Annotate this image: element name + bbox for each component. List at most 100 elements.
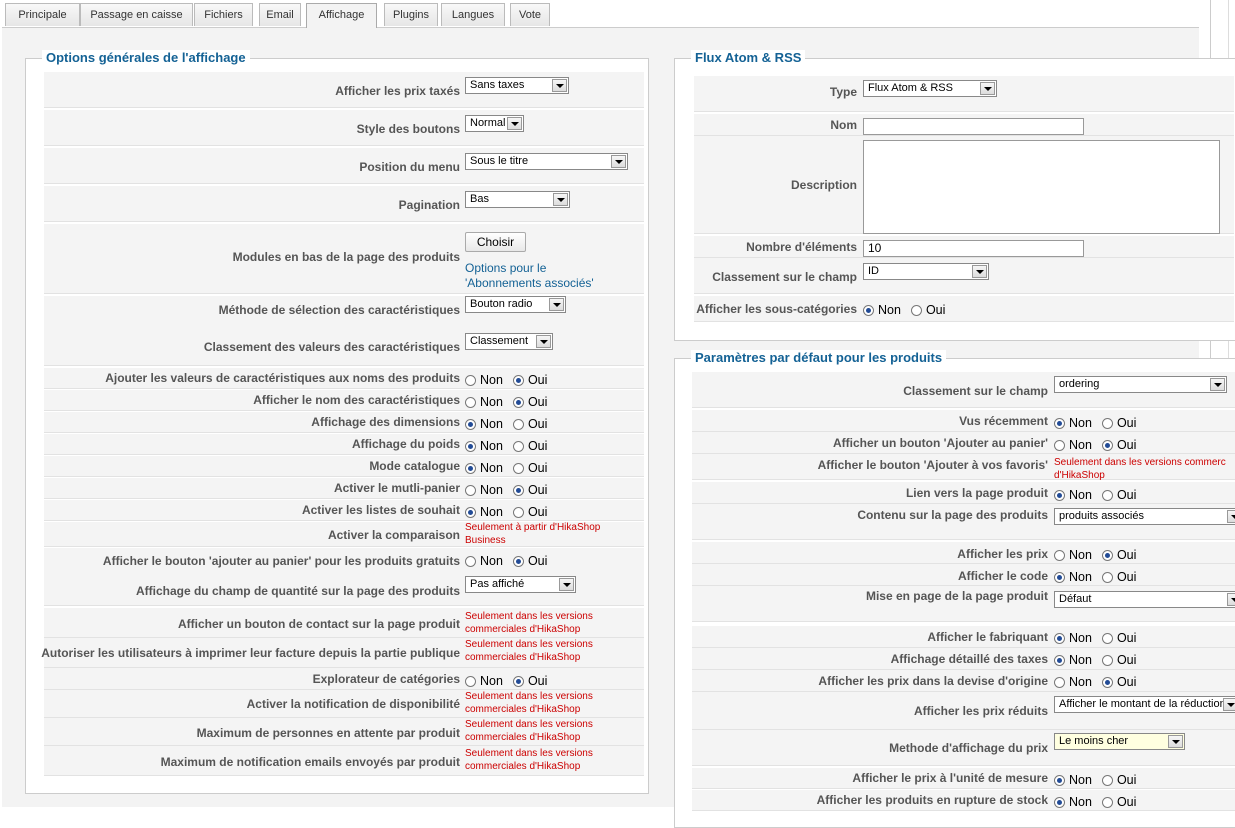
radio-mode-catalogue-yes[interactable]: Oui — [512, 461, 547, 475]
input-nombre-d-elements[interactable]: 10 — [863, 240, 1084, 257]
select-mise-en-page-de-la-page-produit[interactable]: Défaut — [1054, 591, 1235, 608]
radio-button-icon[interactable] — [512, 676, 524, 687]
radio-button-icon[interactable] — [1054, 440, 1065, 451]
radio-button-icon[interactable] — [465, 375, 476, 386]
radio-afficher-le-bouton-ajouter-au-panier-pour-les-produits-gratuits-no[interactable]: Non — [465, 554, 503, 568]
associated-subscriptions-options-link[interactable]: Options pour le 'Abonnements associés' — [465, 261, 594, 291]
radio-button-icon[interactable] — [1101, 440, 1113, 451]
tab-plugins[interactable]: Plugins — [384, 3, 438, 26]
radio-afficher-les-produits-en-rupture-de-stock-yes[interactable]: Oui — [1101, 795, 1136, 809]
radio-mode-catalogue-no[interactable]: Non — [465, 461, 503, 475]
radio-button-icon[interactable] — [512, 507, 524, 518]
radio-afficher-les-sous-categories-no[interactable]: Non — [863, 303, 901, 317]
radio-button-icon[interactable] — [512, 556, 524, 567]
radio-button-icon[interactable] — [1054, 633, 1065, 644]
radio-afficher-un-bouton-ajouter-au-panier-no[interactable]: Non — [1054, 438, 1092, 452]
radio-ajouter-les-valeurs-de-caracteristiques-aux-noms-des-produits-no[interactable]: Non — [465, 373, 503, 387]
radio-afficher-le-code-no[interactable]: Non — [1054, 570, 1092, 584]
radio-activer-les-listes-de-souhait-no[interactable]: Non — [465, 505, 503, 519]
radio-button-icon[interactable] — [465, 419, 476, 430]
input-nom[interactable] — [863, 118, 1084, 135]
radio-button-icon[interactable] — [512, 441, 524, 452]
tab-principale[interactable]: Principale — [5, 3, 80, 26]
radio-afficher-le-prix-a-l-unite-de-mesure-yes[interactable]: Oui — [1101, 773, 1136, 787]
radio-afficher-le-fabriquant-yes[interactable]: Oui — [1101, 631, 1136, 645]
radio-button-icon[interactable] — [1054, 490, 1065, 501]
radio-afficher-le-bouton-ajouter-au-panier-pour-les-produits-gratuits-yes[interactable]: Oui — [512, 554, 547, 568]
radio-affichage-detaille-des-taxes-yes[interactable]: Oui — [1101, 653, 1136, 667]
radio-button-icon[interactable] — [1054, 572, 1065, 583]
radio-button-icon[interactable] — [1101, 775, 1113, 786]
radio-ajouter-les-valeurs-de-caracteristiques-aux-noms-des-produits-yes[interactable]: Oui — [512, 373, 547, 387]
radio-activer-le-mutli-panier-yes[interactable]: Oui — [512, 483, 547, 497]
select-pagination[interactable]: Bas — [465, 191, 570, 208]
radio-button-icon[interactable] — [1101, 550, 1113, 561]
radio-button-icon[interactable] — [1054, 655, 1065, 666]
radio-button-icon[interactable] — [512, 463, 524, 474]
select-afficher-les-prix-taxes[interactable]: Sans taxes — [465, 77, 569, 94]
radio-button-icon[interactable] — [1101, 490, 1113, 501]
radio-lien-vers-la-page-produit-yes[interactable]: Oui — [1101, 488, 1136, 502]
select-methode-d-affichage-du-prix[interactable]: Le moins cher — [1054, 733, 1185, 750]
radio-button-icon[interactable] — [1101, 633, 1113, 644]
radio-affichage-des-dimensions-yes[interactable]: Oui — [512, 417, 547, 431]
tab-passage-en-caisse[interactable]: Passage en caisse — [80, 3, 193, 26]
radio-button-icon[interactable] — [512, 375, 524, 386]
radio-affichage-du-poids-no[interactable]: Non — [465, 439, 503, 453]
radio-activer-les-listes-de-souhait-yes[interactable]: Oui — [512, 505, 547, 519]
radio-afficher-le-prix-a-l-unite-de-mesure-no[interactable]: Non — [1054, 773, 1092, 787]
tab-vote[interactable]: Vote — [510, 3, 550, 26]
radio-button-icon[interactable] — [512, 419, 524, 430]
radio-button-icon[interactable] — [1054, 797, 1065, 808]
radio-button-icon[interactable] — [465, 397, 476, 408]
select-position-du-menu[interactable]: Sous le titre — [465, 153, 628, 170]
tab-affichage[interactable]: Affichage — [306, 3, 377, 28]
radio-button-icon[interactable] — [465, 441, 476, 452]
select-methode-de-selection-des-caracteristiques[interactable]: Bouton radio — [465, 296, 566, 313]
radio-affichage-du-poids-yes[interactable]: Oui — [512, 439, 547, 453]
select-classement-sur-le-champ[interactable]: ordering — [1054, 376, 1227, 393]
radio-button-icon[interactable] — [465, 556, 476, 567]
radio-button-icon[interactable] — [910, 305, 922, 316]
select-affichage-du-champ-de-quantite-sur-la-page-des-produits[interactable]: Pas affiché — [465, 576, 576, 593]
radio-explorateur-de-categories-yes[interactable]: Oui — [512, 674, 547, 688]
tab-langues[interactable]: Langues — [441, 3, 505, 26]
radio-button-icon[interactable] — [465, 485, 476, 496]
tab-email[interactable]: Email — [259, 3, 301, 26]
radio-afficher-les-prix-no[interactable]: Non — [1054, 548, 1092, 562]
radio-afficher-le-fabriquant-no[interactable]: Non — [1054, 631, 1092, 645]
radio-vus-recemment-yes[interactable]: Oui — [1101, 416, 1136, 430]
radio-button-icon[interactable] — [1054, 550, 1065, 561]
radio-button-icon[interactable] — [1101, 655, 1113, 666]
radio-afficher-un-bouton-ajouter-au-panier-yes[interactable]: Oui — [1101, 438, 1136, 452]
radio-button-icon[interactable] — [1101, 418, 1113, 429]
radio-afficher-les-prix-dans-la-devise-d-origine-no[interactable]: Non — [1054, 675, 1092, 689]
select-type[interactable]: Flux Atom & RSS — [863, 80, 997, 97]
select-style-des-boutons[interactable]: Normal — [465, 115, 524, 132]
select-classement-sur-le-champ[interactable]: ID — [863, 263, 989, 280]
radio-affichage-des-dimensions-no[interactable]: Non — [465, 417, 503, 431]
radio-button-icon[interactable] — [465, 507, 476, 518]
textarea-description[interactable] — [863, 140, 1220, 234]
radio-afficher-les-prix-yes[interactable]: Oui — [1101, 548, 1136, 562]
tab-fichiers[interactable]: Fichiers — [194, 3, 253, 26]
radio-activer-le-mutli-panier-no[interactable]: Non — [465, 483, 503, 497]
radio-affichage-detaille-des-taxes-no[interactable]: Non — [1054, 653, 1092, 667]
radio-afficher-les-prix-dans-la-devise-d-origine-yes[interactable]: Oui — [1101, 675, 1136, 689]
select-classement-des-valeurs-des-caracteristiques[interactable]: Classement — [465, 333, 553, 350]
radio-vus-recemment-no[interactable]: Non — [1054, 416, 1092, 430]
radio-button-icon[interactable] — [1054, 418, 1065, 429]
radio-button-icon[interactable] — [1054, 677, 1065, 688]
radio-button-icon[interactable] — [1101, 797, 1113, 808]
radio-lien-vers-la-page-produit-no[interactable]: Non — [1054, 488, 1092, 502]
radio-button-icon[interactable] — [863, 305, 874, 316]
radio-button-icon[interactable] — [1101, 677, 1113, 688]
choose-modules-button[interactable]: Choisir — [465, 232, 526, 252]
radio-button-icon[interactable] — [465, 676, 476, 687]
radio-afficher-les-produits-en-rupture-de-stock-no[interactable]: Non — [1054, 795, 1092, 809]
radio-afficher-le-code-yes[interactable]: Oui — [1101, 570, 1136, 584]
radio-afficher-le-nom-des-caracteristiques-no[interactable]: Non — [465, 395, 503, 409]
radio-explorateur-de-categories-no[interactable]: Non — [465, 674, 503, 688]
radio-button-icon[interactable] — [512, 485, 524, 496]
radio-afficher-les-sous-categories-yes[interactable]: Oui — [910, 303, 945, 317]
